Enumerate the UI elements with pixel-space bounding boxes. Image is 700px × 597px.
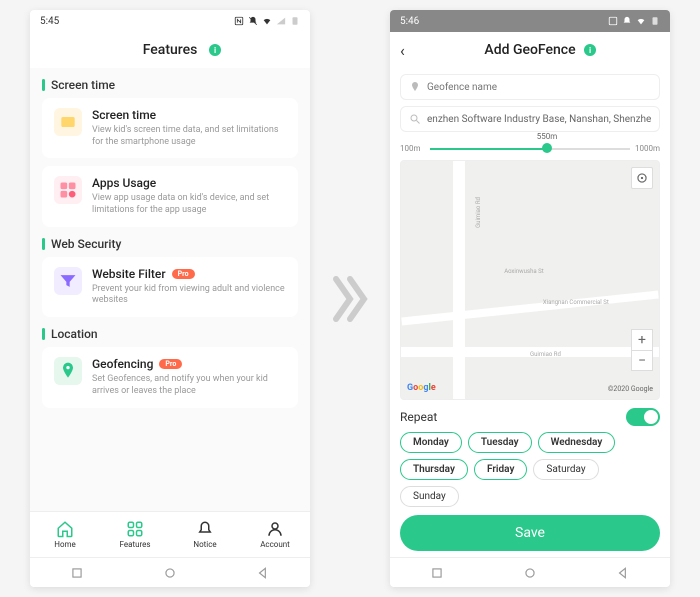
card-desc: Prevent your kid from viewing adult and … <box>92 284 286 307</box>
bell-icon <box>196 520 214 538</box>
nav-notice[interactable]: Notice <box>170 512 240 557</box>
features-screen: 5:45 Features i Screen time Screen time … <box>30 10 310 587</box>
geofence-name-row[interactable] <box>400 74 660 100</box>
card-website-filter[interactable]: Website Filter Pro Prevent your kid from… <box>42 257 298 317</box>
page-title: Features <box>143 42 198 58</box>
chip-friday[interactable]: Friday <box>474 459 527 480</box>
home-key[interactable] <box>163 566 177 580</box>
wifi-icon <box>636 16 646 26</box>
card-geofencing[interactable]: Geofencing Pro Set Geofences, and notify… <box>42 347 298 407</box>
geofencing-icon <box>54 357 82 385</box>
nav-home[interactable]: Home <box>30 512 100 557</box>
nfc-icon <box>608 16 618 26</box>
map[interactable]: Guimiao Rd Xiangnan Commercial St Guimia… <box>400 160 660 400</box>
zoom-control: + − <box>631 329 653 371</box>
save-button[interactable]: Save <box>400 515 660 551</box>
map-copyright: ©2020 Google <box>608 385 653 393</box>
search-icon <box>409 113 421 125</box>
back-key[interactable] <box>256 566 270 580</box>
google-logo: Google <box>407 383 436 393</box>
repeat-row: Repeat <box>400 408 660 426</box>
slider-max: 1000m <box>635 144 660 153</box>
card-desc: Set Geofences, and notify you when your … <box>92 374 286 397</box>
repeat-toggle[interactable] <box>626 408 660 426</box>
signal-icon <box>276 16 286 26</box>
chevron-right-icon <box>330 269 370 329</box>
nfc-icon <box>234 16 244 26</box>
locate-icon <box>635 171 649 185</box>
back-button[interactable]: ‹ <box>400 41 405 60</box>
card-screen-time[interactable]: Screen time View kid's screen time data,… <box>42 98 298 158</box>
content-scroll[interactable]: Screen time Screen time View kid's scree… <box>30 68 310 511</box>
section-screen-time: Screen time <box>42 78 298 92</box>
home-key[interactable] <box>523 566 537 580</box>
geofence-name-input[interactable] <box>427 82 651 93</box>
day-chips: Monday Tuesday Wednesday Thursday Friday… <box>400 432 660 507</box>
section-web-security: Web Security <box>42 237 298 251</box>
chip-wednesday[interactable]: Wednesday <box>538 432 616 453</box>
user-icon <box>266 520 284 538</box>
section-location: Location <box>42 327 298 341</box>
slider-min: 100m <box>400 144 421 153</box>
card-title: Screen time <box>92 108 286 122</box>
bell-off-icon <box>622 16 632 26</box>
locate-button[interactable] <box>631 167 653 189</box>
card-title: Apps Usage <box>92 176 286 190</box>
chip-saturday[interactable]: Saturday <box>533 459 598 480</box>
battery-icon <box>650 16 660 26</box>
back-key[interactable] <box>616 566 630 580</box>
bottom-nav: Home Features Notice Account <box>30 511 310 557</box>
page-title: Add GeoFence <box>484 42 575 58</box>
status-bar: 5:45 <box>30 10 310 32</box>
screen-time-icon <box>54 108 82 136</box>
recent-apps-key[interactable] <box>70 566 84 580</box>
radius-slider[interactable]: 100m 550m 1000m <box>400 138 660 158</box>
recent-apps-key[interactable] <box>430 566 444 580</box>
pin-icon <box>409 81 421 93</box>
card-desc: View app usage data on kid's device, and… <box>92 193 286 216</box>
card-desc: View kid's screen time data, and set lim… <box>92 125 286 148</box>
geofence-address-input[interactable] <box>427 114 651 125</box>
slider-thumb[interactable] <box>542 143 552 153</box>
zoom-out-button[interactable]: − <box>632 350 652 370</box>
content: 100m 550m 1000m Guimiao Rd Xiangnan Comm… <box>390 68 670 557</box>
add-geofence-screen: 5:46 ‹ Add GeoFence i 100m 550m 1000m <box>390 10 670 587</box>
bell-off-icon <box>248 16 258 26</box>
card-apps-usage[interactable]: Apps Usage View app usage data on kid's … <box>42 166 298 226</box>
pro-badge: Pro <box>172 269 195 279</box>
apps-usage-icon <box>54 176 82 204</box>
card-title: Website Filter Pro <box>92 267 286 281</box>
battery-icon <box>290 16 300 26</box>
flow-arrow <box>330 269 370 329</box>
zoom-in-button[interactable]: + <box>632 330 652 350</box>
status-time: 5:45 <box>40 16 59 27</box>
pro-badge: Pro <box>159 359 182 369</box>
status-bar: 5:46 <box>390 10 670 32</box>
header: ‹ Add GeoFence i <box>390 32 670 68</box>
status-icons <box>234 16 300 26</box>
chip-thursday[interactable]: Thursday <box>400 459 468 480</box>
nav-features[interactable]: Features <box>100 512 170 557</box>
slider-value: 550m <box>537 132 558 141</box>
info-icon[interactable]: i <box>584 44 596 56</box>
home-icon <box>56 520 74 538</box>
status-icons <box>608 16 660 26</box>
android-softkeys <box>30 557 310 587</box>
grid-icon <box>126 520 144 538</box>
nav-account[interactable]: Account <box>240 512 310 557</box>
info-icon[interactable]: i <box>209 44 221 56</box>
repeat-label: Repeat <box>400 410 437 424</box>
card-title: Geofencing Pro <box>92 357 286 371</box>
filter-icon <box>54 267 82 295</box>
geofence-address-row[interactable] <box>400 106 660 132</box>
wifi-icon <box>262 16 272 26</box>
android-softkeys <box>390 557 670 587</box>
status-time: 5:46 <box>400 16 419 27</box>
chip-tuesday[interactable]: Tuesday <box>468 432 532 453</box>
chip-sunday[interactable]: Sunday <box>400 486 459 507</box>
chip-monday[interactable]: Monday <box>400 432 462 453</box>
header: Features i <box>30 32 310 68</box>
